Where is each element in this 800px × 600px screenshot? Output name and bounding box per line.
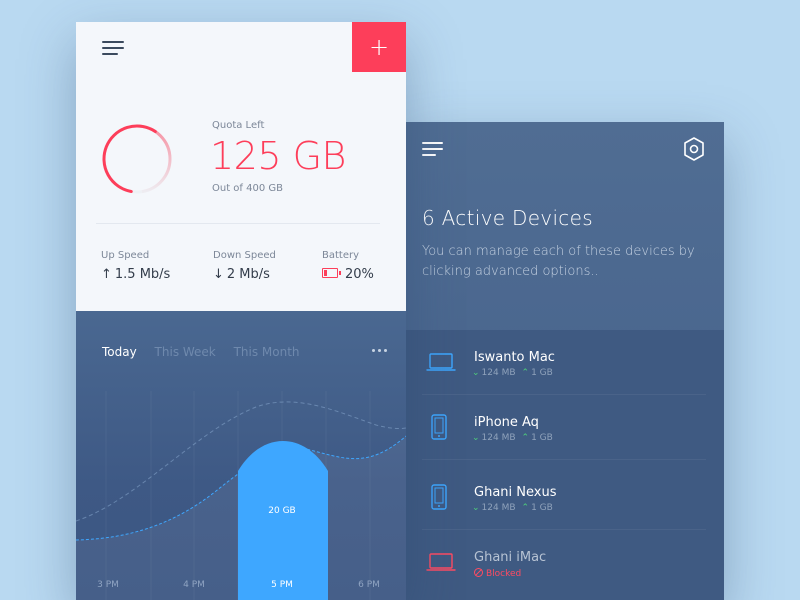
tab-this-month[interactable]: This Month — [234, 345, 300, 359]
chevron-down-icon: ⌄ — [472, 433, 480, 443]
blocked-label: Blocked — [486, 569, 522, 579]
arrow-down-icon: ↓ — [213, 267, 224, 282]
device-download: 124 MB — [481, 368, 516, 378]
quota-remaining-arc — [102, 124, 157, 193]
x-tick-label-active: 5 PM — [271, 580, 293, 590]
up-speed-stat: Up Speed ↑ 1.5 Mb/s — [101, 250, 170, 282]
device-upload: 1 GB — [531, 433, 553, 443]
blocked-icon — [474, 568, 483, 577]
blocked-status: Blocked — [474, 568, 521, 579]
stat-label: Up Speed — [101, 250, 150, 261]
menu-line-icon — [422, 142, 443, 144]
up-speed-value: 1.5 Mb/s — [114, 267, 171, 282]
device-traffic: ⌄ 124 MB ⌃ 1 GB — [472, 503, 553, 513]
quota-ring — [102, 124, 172, 194]
quota-panel: + Quota Left 125 GB Out of 400 GB Up Spe… — [76, 22, 406, 311]
phone-icon — [431, 414, 447, 440]
device-item-ghani-imac[interactable]: Ghani iMac Blocked — [406, 530, 724, 595]
chevron-up-icon: ⌃ — [521, 368, 530, 378]
devices-description: You can manage each of these devices by … — [422, 244, 695, 279]
quota-total: Out of 400 GB — [212, 183, 284, 194]
x-tick-label: 6 PM — [358, 580, 380, 590]
x-tick-label: 4 PM — [183, 580, 205, 590]
device-item-ghani-nexus[interactable]: Ghani Nexus ⌄ 124 MB ⌃ 1 GB — [406, 465, 724, 530]
chevron-up-icon: ⌃ — [521, 433, 530, 443]
device-name: Iswanto Mac — [474, 350, 555, 365]
stat-value: 20% — [322, 267, 374, 282]
chevron-down-icon: ⌄ — [472, 503, 480, 513]
chevron-down-icon: ⌄ — [472, 368, 480, 378]
dot-icon — [372, 349, 375, 352]
stat-value: ↑ 1.5 Mb/s — [101, 267, 170, 282]
stat-label: Down Speed — [213, 250, 276, 261]
device-download: 124 MB — [481, 503, 516, 513]
menu-line-icon — [102, 53, 118, 55]
device-traffic: ⌄ 124 MB ⌃ 1 GB — [472, 368, 553, 378]
menu-line-icon — [422, 154, 436, 156]
device-item-iswanto-mac[interactable]: Iswanto Mac ⌄ 124 MB ⌃ 1 GB — [406, 330, 724, 395]
menu-line-icon — [422, 148, 443, 150]
time-range-tabs: Today This Week This Month — [102, 345, 314, 359]
more-options-button[interactable] — [372, 345, 392, 355]
devices-menu-button[interactable] — [422, 142, 443, 156]
tab-today[interactable]: Today — [102, 345, 137, 359]
divider — [422, 459, 706, 460]
devices-card: 6 Active Devices You can manage each of … — [406, 122, 724, 600]
phone-icon — [431, 484, 447, 510]
device-download: 124 MB — [481, 433, 516, 443]
dot-icon — [378, 349, 381, 352]
stat-label: Battery — [322, 250, 360, 261]
laptop-icon — [426, 353, 456, 371]
tab-this-week[interactable]: This Week — [155, 345, 216, 359]
battery-stat: Battery 20% — [322, 250, 374, 282]
device-list: Iswanto Mac ⌄ 124 MB ⌃ 1 GB iPhone Aq ⌄ 124 … — [406, 330, 724, 600]
device-item-iphone-aq[interactable]: iPhone Aq ⌄ 124 MB ⌃ 1 GB — [406, 395, 724, 460]
divider — [96, 223, 380, 224]
highlight-bar — [238, 441, 328, 600]
battery-value: 20% — [345, 267, 374, 282]
x-tick-label: 3 PM — [97, 580, 119, 590]
device-upload: 1 GB — [531, 368, 553, 378]
arrow-up-icon: ↑ — [101, 267, 112, 282]
usage-chart-panel: 20 GB 3 PM 4 PM 5 PM 6 PM Today This Wee… — [76, 311, 406, 600]
device-name: iPhone Aq — [474, 415, 539, 430]
quota-value: 125 GB — [210, 134, 346, 178]
battery-low-icon — [322, 268, 341, 278]
quota-label: Quota Left — [212, 120, 265, 131]
main-menu-button[interactable] — [102, 41, 124, 55]
device-traffic: ⌄ 124 MB ⌃ 1 GB — [472, 433, 553, 443]
devices-title: 6 Active Devices — [422, 206, 593, 230]
down-speed-stat: Down Speed ↓ 2 Mb/s — [213, 250, 276, 282]
down-speed-value: 2 Mb/s — [226, 267, 270, 282]
stat-value: ↓ 2 Mb/s — [213, 267, 276, 282]
add-button[interactable]: + — [352, 22, 406, 72]
highlight-bar-label: 20 GB — [268, 506, 295, 516]
laptop-icon — [426, 553, 456, 571]
menu-line-icon — [102, 47, 124, 49]
device-upload: 1 GB — [531, 503, 553, 513]
settings-hexagon-icon[interactable] — [682, 136, 706, 162]
usage-card: + Quota Left 125 GB Out of 400 GB Up Spe… — [76, 22, 406, 600]
device-name: Ghani iMac — [474, 550, 547, 565]
chevron-up-icon: ⌃ — [521, 503, 530, 513]
menu-line-icon — [102, 41, 124, 43]
dot-icon — [384, 349, 387, 352]
device-name: Ghani Nexus — [474, 485, 557, 500]
